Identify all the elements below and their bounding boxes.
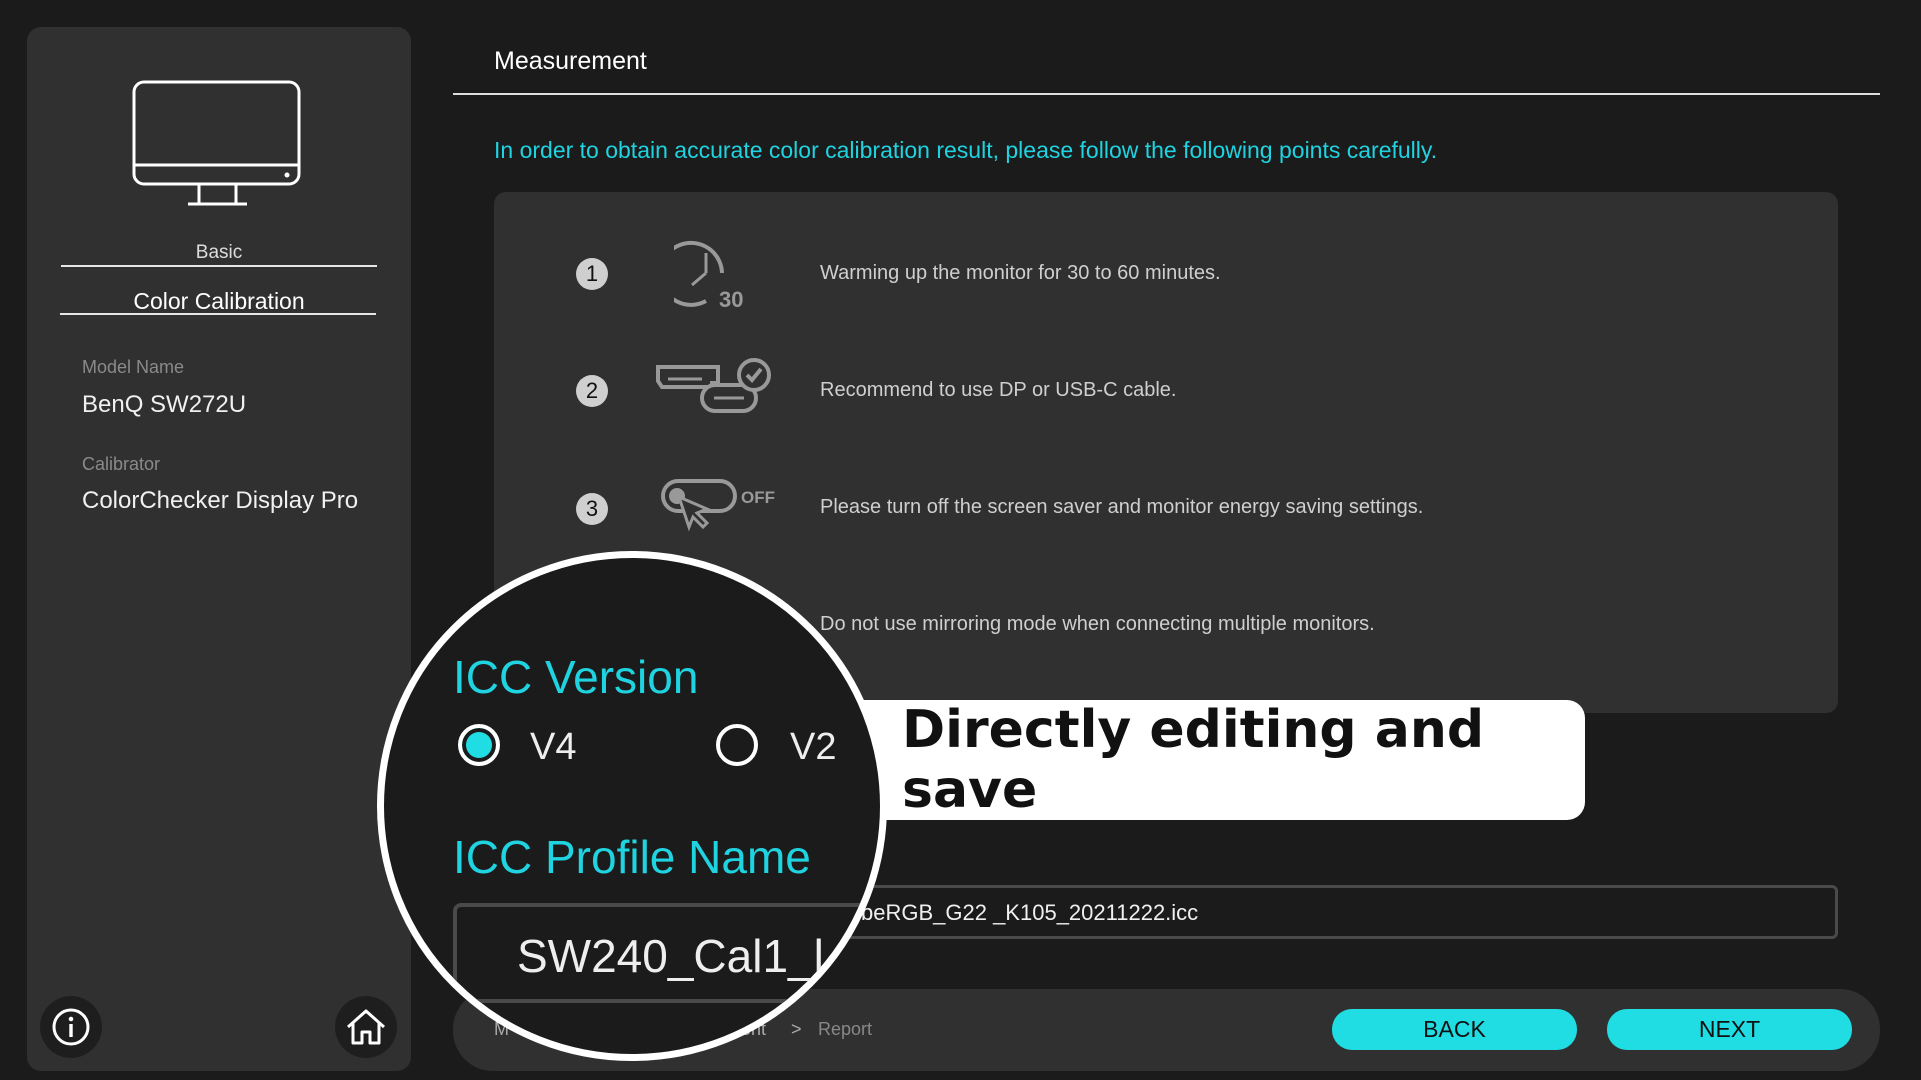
monitor-icon bbox=[132, 80, 301, 206]
radio-v4-label: V4 bbox=[530, 726, 577, 768]
svg-text:30: 30 bbox=[719, 287, 743, 309]
calibrator-label: Calibrator bbox=[82, 454, 161, 474]
magnifier-overlay: ICC Version V4 V2 ICC Profile Name SW240… bbox=[377, 551, 887, 1061]
model-name-label: Model Name bbox=[82, 357, 185, 377]
icc-profile-name-label: ICC Profile Name bbox=[453, 831, 811, 883]
calibrator-value: ColorChecker Display Pro bbox=[82, 487, 359, 514]
step-text: Please turn off the screen saver and mon… bbox=[820, 496, 1424, 518]
radio-v4[interactable] bbox=[458, 724, 500, 766]
info-icon bbox=[52, 1008, 90, 1046]
section-title: Color Calibration bbox=[133, 288, 305, 314]
step-text: Warming up the monitor for 30 to 60 minu… bbox=[820, 262, 1221, 284]
next-button[interactable]: NEXT bbox=[1607, 1009, 1852, 1050]
step-text: Do not use mirroring mode when connectin… bbox=[820, 613, 1375, 635]
step-number: 3 bbox=[576, 493, 608, 525]
radio-v2[interactable] bbox=[716, 724, 758, 766]
clock-30-icon: 30 bbox=[674, 240, 743, 309]
dp-usbc-cable-icon bbox=[656, 358, 771, 413]
home-icon bbox=[347, 1009, 385, 1045]
step-text: Recommend to use DP or USB-C cable. bbox=[820, 379, 1177, 401]
step-number: 2 bbox=[576, 375, 608, 407]
info-button[interactable] bbox=[40, 996, 102, 1058]
mode-label: Basic bbox=[195, 242, 243, 263]
breadcrumb-current: Report bbox=[818, 1019, 873, 1039]
svg-text:OFF: OFF bbox=[741, 488, 775, 507]
radio-v2-label: V2 bbox=[790, 726, 837, 768]
divider bbox=[60, 313, 376, 315]
breadcrumb-separator: > bbox=[791, 1019, 802, 1039]
screensaver-off-icon: OFF bbox=[661, 479, 775, 532]
divider bbox=[61, 265, 377, 267]
back-button[interactable]: BACK bbox=[1332, 1009, 1577, 1050]
callout-annotation: Directly editing and save bbox=[858, 700, 1585, 820]
icc-profile-name-input-zoomed[interactable]: SW240_Cal1_l bbox=[453, 903, 880, 1003]
instructions-text: In order to obtain accurate color calibr… bbox=[494, 137, 1438, 163]
home-button[interactable] bbox=[335, 996, 397, 1058]
step-number: 1 bbox=[576, 258, 608, 290]
header-divider bbox=[453, 93, 1880, 95]
model-name-value: BenQ SW272U bbox=[82, 391, 247, 418]
icc-version-label: ICC Version bbox=[453, 651, 699, 703]
page-title: Measurement bbox=[494, 47, 647, 75]
sidebar: Basic Color Calibration Model Name BenQ … bbox=[27, 27, 411, 1071]
